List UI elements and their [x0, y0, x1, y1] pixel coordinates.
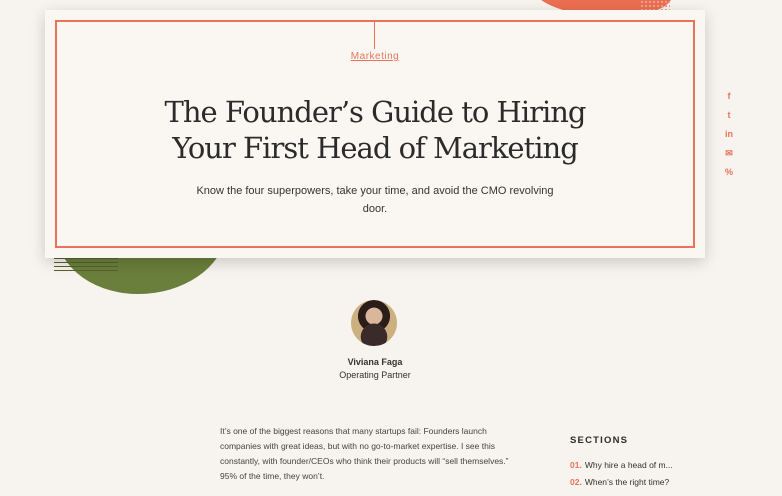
author-avatar[interactable] — [351, 300, 397, 346]
decorative-lines — [54, 258, 118, 272]
article-title: The Founder’s Guide to Hiring Your First… — [45, 94, 705, 166]
author-name[interactable]: Viviana Faga — [0, 357, 750, 367]
section-item[interactable]: 02. When’s the right time? — [570, 474, 700, 491]
category-link[interactable]: Marketing — [45, 51, 705, 62]
section-item[interactable]: 01. Why hire a head of m... — [570, 457, 700, 474]
title-line-2: Your First Head of Marketing — [172, 131, 579, 165]
author-role: Operating Partner — [339, 370, 411, 380]
article-subtitle: Know the four superpowers, take your tim… — [196, 185, 554, 215]
section-number: 02. — [570, 477, 582, 487]
facebook-icon[interactable]: f — [728, 90, 731, 103]
sections-heading: SECTIONS — [570, 435, 629, 446]
sections-list: 01. Why hire a head of m... 02. When’s the… — [570, 457, 700, 491]
link-icon[interactable]: % — [725, 166, 733, 179]
share-bar: f t in ✉ % — [722, 90, 736, 179]
section-label: Why hire a head of m... — [584, 460, 673, 470]
linkedin-icon[interactable]: in — [725, 128, 733, 141]
twitter-icon[interactable]: t — [728, 109, 731, 122]
frame-divider — [374, 22, 375, 49]
article-body-paragraph: It’s one of the biggest reasons that man… — [220, 426, 509, 481]
hero-card: Marketing The Founder’s Guide to Hiring … — [45, 10, 705, 258]
section-label: When’s the right time? — [584, 477, 670, 487]
section-number: 01. — [570, 460, 582, 470]
email-icon[interactable]: ✉ — [725, 147, 733, 160]
title-line-1: The Founder’s Guide to Hiring — [164, 95, 587, 129]
